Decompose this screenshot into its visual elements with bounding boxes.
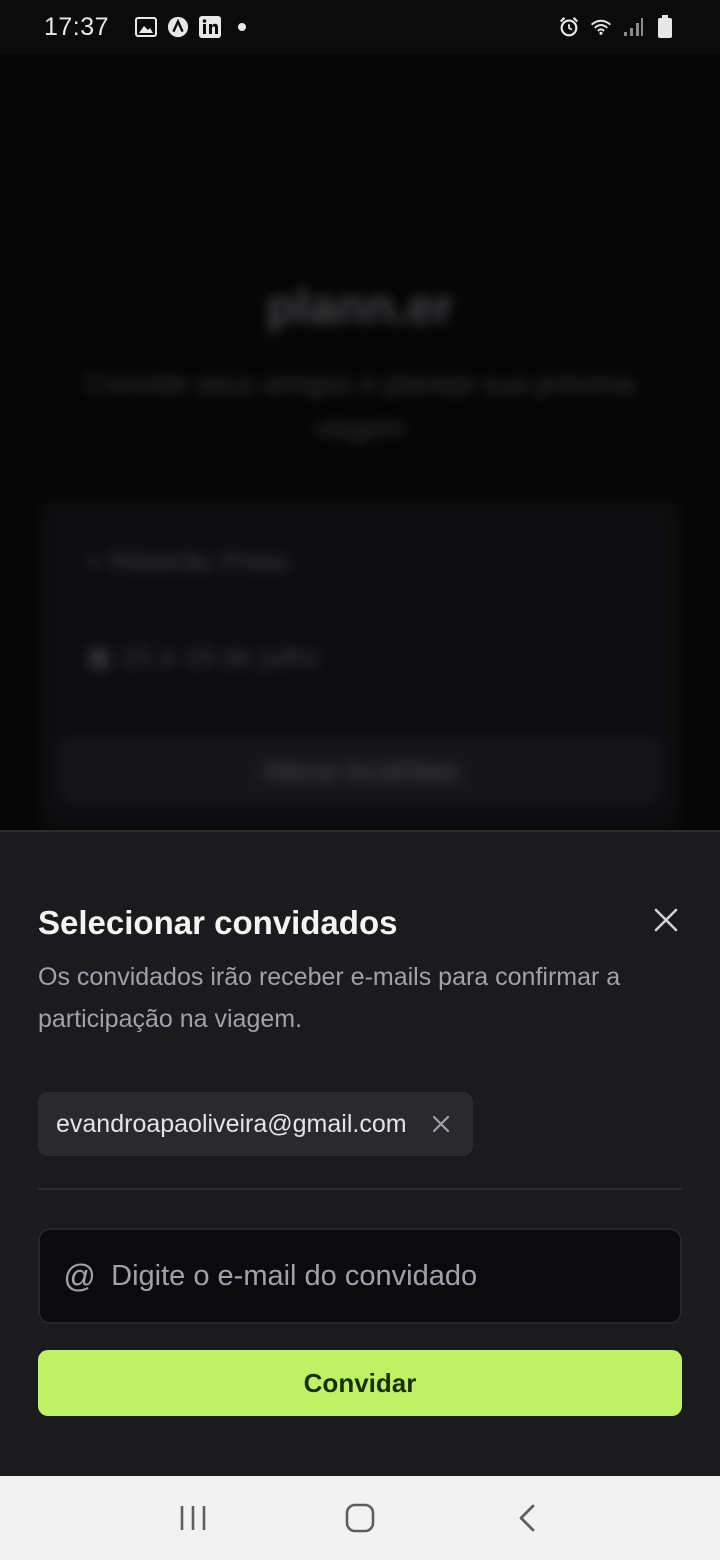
navigation-bar (0, 1476, 720, 1560)
calendar-icon: ▣ (86, 641, 113, 672)
divider (38, 1188, 682, 1190)
recent-apps-button[interactable] (163, 1488, 223, 1548)
close-icon (654, 908, 678, 932)
modal-title: Selecionar convidados (38, 904, 398, 941)
app-subtitle: Convide seus amigos e planeje sua próxim… (85, 368, 635, 443)
status-left: 17:37 (44, 13, 253, 42)
linkedin-icon (199, 16, 222, 38)
remove-icon (432, 1115, 449, 1133)
status-time: 17:37 (44, 12, 110, 41)
dates-row: ▣ 15 à 18 de julho (86, 640, 320, 673)
remove-guest-button[interactable] (431, 1114, 451, 1134)
guests-modal: Selecionar convidados Os convidados irão… (0, 830, 720, 1476)
signal-icon (622, 16, 644, 38)
app-icon (167, 16, 189, 38)
battery-icon (654, 15, 676, 38)
back-button[interactable] (497, 1488, 557, 1548)
email-input[interactable] (111, 1259, 658, 1293)
alarm-icon (558, 16, 580, 38)
home-icon (345, 1503, 375, 1533)
at-sign-icon: @ (63, 1257, 96, 1294)
back-icon (519, 1504, 535, 1532)
image-icon (135, 16, 158, 38)
change-location-button: Alterar local/data (60, 738, 660, 804)
recent-apps-icon (181, 1506, 206, 1530)
background-app: plann.er Convide seus amigos e planeje s… (0, 54, 720, 832)
guest-email: evandroapaoliveira@gmail.com (56, 1109, 407, 1138)
guest-chip: evandroapaoliveira@gmail.com (38, 1092, 473, 1156)
dot-icon (231, 16, 253, 38)
map-pin-icon: ⌖ (86, 546, 102, 577)
notification-icons (135, 16, 253, 38)
status-right (558, 15, 676, 38)
trip-card: ⌖ Ribeirão Preto ▣ 15 à 18 de julho Alte… (40, 500, 680, 830)
close-button[interactable] (650, 904, 682, 936)
destination-text: Ribeirão Preto (109, 546, 289, 577)
app-logo: plann.er (266, 281, 454, 334)
email-input-container[interactable]: @ (38, 1228, 682, 1324)
dates-text: 15 à 18 de julho (120, 641, 320, 672)
wifi-icon (590, 16, 612, 38)
destination-row: ⌖ Ribeirão Preto (86, 546, 289, 579)
invite-button[interactable]: Convidar (38, 1350, 682, 1416)
status-bar: 17:37 (0, 0, 720, 54)
home-button[interactable] (330, 1488, 390, 1548)
modal-description: Os convidados irão receber e-mails para … (38, 963, 621, 1033)
